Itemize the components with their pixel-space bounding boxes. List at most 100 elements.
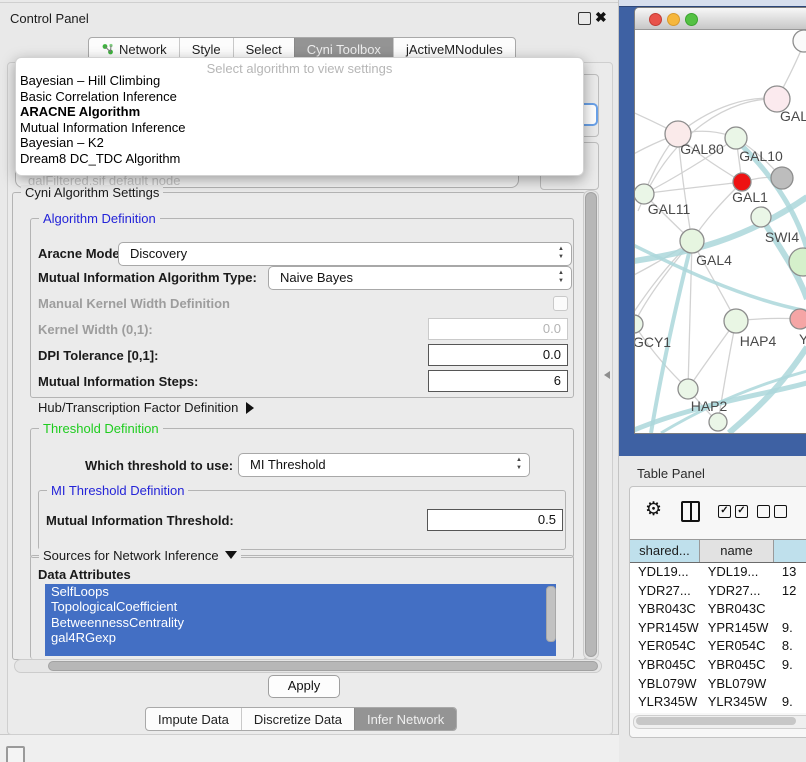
network-node[interactable]	[725, 127, 747, 149]
float-window-icon[interactable]	[578, 12, 591, 25]
algorithm-option[interactable]: Mutual Information Inference	[19, 120, 580, 136]
tab-label: jActiveMNodules	[406, 42, 503, 57]
table-cell: 12	[774, 582, 806, 601]
stepper-arrows-icon: ▲▼	[515, 456, 523, 472]
network-node-label: GAL11	[648, 201, 691, 217]
table-cell: YER054C	[700, 637, 774, 656]
network-node-label: GAL	[780, 108, 806, 124]
splitpane-collapse-icon[interactable]	[604, 371, 610, 379]
data-attribute-item[interactable]: TopologicalCoefficient	[45, 599, 556, 614]
network-edge[interactable]	[644, 182, 742, 194]
manual-kernel-checkbox[interactable]	[553, 296, 568, 311]
network-node-label: Y	[799, 331, 806, 347]
table-cell: 9.	[774, 619, 806, 638]
network-node[interactable]	[751, 207, 771, 227]
network-node[interactable]	[678, 379, 698, 399]
table-panel-title: Table Panel	[637, 466, 705, 481]
close-icon[interactable]: ✖	[595, 9, 607, 26]
mi-threshold-label: Mutual Information Threshold:	[46, 513, 234, 528]
mi-steps-field[interactable]: 6	[428, 370, 568, 392]
table-cell: YER054C	[630, 637, 700, 656]
table-hscrollbar-thumb[interactable]	[636, 717, 796, 725]
tab-label: Network	[119, 42, 167, 57]
network-node[interactable]	[709, 413, 727, 431]
table-row[interactable]: YER054CYER054C8.	[630, 637, 806, 656]
table-cell: 9	[774, 712, 806, 713]
network-node[interactable]	[635, 315, 643, 333]
table-row[interactable]: YIL052CYIL052C9	[630, 712, 806, 713]
apply-button[interactable]: Apply	[268, 675, 340, 698]
algorithm-option[interactable]: Bayesian – Hill Climbing	[19, 73, 580, 89]
control-panel-title: Control Panel	[10, 11, 89, 26]
table-cell: YIL052C	[700, 712, 774, 713]
mi-type-combo[interactable]: Naive Bayes ▲▼	[268, 266, 572, 290]
network-node-label: GAL1	[732, 189, 768, 205]
network-canvas[interactable]: GALGAL80GAL10GAL1GAL11GAL4SWI4GCY1HAP4YH…	[635, 29, 806, 433]
table-cell: 9.	[774, 656, 806, 675]
algorithm-option[interactable]: Dream8 DC_TDC Algorithm	[19, 151, 580, 167]
network-node[interactable]	[790, 309, 806, 329]
close-traffic-icon[interactable]	[649, 13, 662, 26]
table-row[interactable]: YDR27...YDR27...12	[630, 582, 806, 601]
column-header[interactable]: name	[700, 540, 774, 562]
kernel-width-field[interactable]: 0.0	[428, 318, 568, 340]
network-node[interactable]	[793, 30, 806, 52]
columns-icon[interactable]	[681, 501, 700, 522]
tab-discretize-data[interactable]: Discretize Data	[241, 708, 354, 730]
algorithm-option[interactable]: Bayesian – K2	[19, 135, 580, 151]
tab-label: Infer Network	[367, 712, 444, 727]
minimize-traffic-icon[interactable]	[667, 13, 680, 26]
table-row[interactable]: YBL079WYBL079W	[630, 675, 806, 694]
which-threshold-value: MI Threshold	[250, 457, 326, 472]
attribute-list-scrollbar[interactable]	[546, 586, 556, 642]
settings-hscrollbar-thumb[interactable]	[48, 661, 598, 671]
network-node-label: SWI4	[765, 229, 799, 245]
column-header[interactable]: shared...	[630, 540, 700, 562]
algorithm-option[interactable]: ARACNE Algorithm	[19, 104, 580, 120]
table-cell	[774, 675, 806, 694]
table-row[interactable]: YLR345WYLR345W9.	[630, 693, 806, 712]
algorithm-option[interactable]: Basic Correlation Inference	[19, 89, 580, 105]
data-attribute-item[interactable]: gal4RGexp	[45, 630, 556, 645]
data-attribute-item[interactable]: BetweennessCentrality	[45, 615, 556, 630]
tab-label: Impute Data	[158, 712, 229, 727]
select-all-icon[interactable]: ✓ ✓	[718, 505, 748, 518]
network-node[interactable]	[724, 309, 748, 333]
expand-right-icon[interactable]	[246, 402, 254, 414]
table-cell: YPR145W	[630, 619, 700, 638]
column-header[interactable]	[774, 540, 806, 562]
node-attribute-table[interactable]: shared...nameYDL19...YDL19...13YDR27...Y…	[630, 539, 806, 713]
mi-threshold-field[interactable]: 0.5	[427, 509, 563, 531]
table-cell: YBR043C	[700, 600, 774, 619]
tab-label: Discretize Data	[254, 712, 342, 727]
gear-icon[interactable]: ⚙	[645, 498, 662, 521]
data-attributes-list[interactable]: SelfLoopsTopologicalCoefficientBetweenne…	[45, 584, 556, 656]
table-row[interactable]: YBR045CYBR045C9.	[630, 656, 806, 675]
network-node[interactable]	[680, 229, 704, 253]
network-node[interactable]	[771, 167, 793, 189]
hub-definition-section[interactable]: Hub/Transcription Factor Definition	[38, 400, 254, 415]
deselect-all-icon[interactable]	[757, 505, 787, 518]
table-row[interactable]: YDL19...YDL19...13	[630, 563, 806, 582]
mi-type-label: Mutual Information Algorithm Type:	[38, 270, 257, 285]
dpi-tolerance-field[interactable]: 0.0	[428, 344, 568, 366]
tab-infer-network[interactable]: Infer Network	[354, 708, 456, 730]
network-edge[interactable]	[678, 98, 777, 134]
network-window-titlebar[interactable]	[635, 8, 806, 30]
network-view-window[interactable]: GALGAL80GAL10GAL1GAL11GAL4SWI4GCY1HAP4YH…	[634, 7, 806, 434]
settings-group-title: Cyni Algorithm Settings	[21, 185, 163, 200]
collapse-down-icon[interactable]	[225, 551, 237, 559]
data-attributes-label: Data Attributes	[38, 567, 131, 582]
network-node-label: GAL80	[680, 141, 724, 157]
which-threshold-combo[interactable]: MI Threshold ▲▼	[238, 453, 530, 477]
zoom-traffic-icon[interactable]	[685, 13, 698, 26]
aracne-mode-combo[interactable]: Discovery ▲▼	[118, 242, 572, 266]
table-hscrollbar-track[interactable]	[633, 715, 806, 729]
hidden-panel-icon[interactable]	[6, 746, 25, 762]
network-edge[interactable]	[688, 241, 692, 389]
table-row[interactable]: YBR043CYBR043C	[630, 600, 806, 619]
table-row[interactable]: YPR145WYPR145W9.	[630, 619, 806, 638]
settings-scrollbar-thumb[interactable]	[585, 192, 597, 657]
data-attribute-item[interactable]: SelfLoops	[45, 584, 556, 599]
tab-impute-data[interactable]: Impute Data	[146, 708, 241, 730]
